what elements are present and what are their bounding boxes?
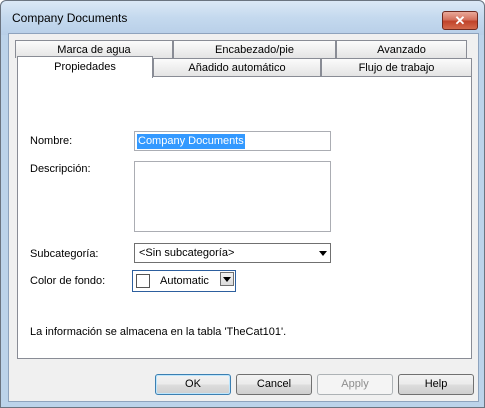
description-textarea[interactable] (134, 161, 331, 232)
bgcolor-value: Automatic (160, 275, 209, 287)
tab-propiedades[interactable]: Propiedades (17, 56, 153, 78)
window-title: Company Documents (12, 11, 128, 25)
tab-avanzado[interactable]: Avanzado (336, 40, 467, 58)
close-button[interactable]: ✕ (442, 11, 478, 30)
title-bar[interactable]: Company Documents ✕ (1, 1, 484, 35)
table-info-text: La información se almacena en la tabla '… (30, 326, 287, 338)
help-button[interactable]: Help (398, 374, 474, 395)
name-label: Nombre: (30, 135, 73, 147)
cancel-button[interactable]: Cancel (236, 374, 312, 395)
subcategory-label: Subcategoría: (30, 248, 99, 260)
tab-encabezado-pie[interactable]: Encabezado/pie (173, 40, 336, 58)
bgcolor-picker[interactable]: Automatic (132, 270, 236, 292)
close-icon: ✕ (454, 13, 466, 28)
chevron-down-icon (223, 277, 231, 282)
dialog-client: Marca de agua Encabezado/pie Avanzado Pr… (8, 33, 479, 402)
name-input[interactable]: Company Documents (134, 131, 331, 151)
chevron-down-icon (319, 251, 327, 256)
name-input-value: Company Documents (137, 134, 245, 149)
tab-flujo-de-trabajo[interactable]: Flujo de trabajo (321, 58, 472, 76)
subcategory-select[interactable]: <Sin subcategoría> (134, 243, 331, 263)
description-label: Descripción: (30, 163, 91, 175)
dialog-window: Company Documents ✕ Marca de agua Encabe… (0, 0, 485, 408)
color-swatch (136, 274, 150, 288)
tab-panel-propiedades: Nombre: Company Documents Descripción: S… (17, 76, 472, 359)
subcategory-select-value: <Sin subcategoría> (139, 247, 235, 259)
bgcolor-dropdown-button[interactable] (220, 272, 234, 286)
ok-button[interactable]: OK (155, 374, 231, 395)
apply-button[interactable]: Apply (317, 374, 393, 395)
bgcolor-label: Color de fondo: (30, 275, 106, 287)
tab-anadido-automatico[interactable]: Añadido automático (153, 58, 321, 76)
